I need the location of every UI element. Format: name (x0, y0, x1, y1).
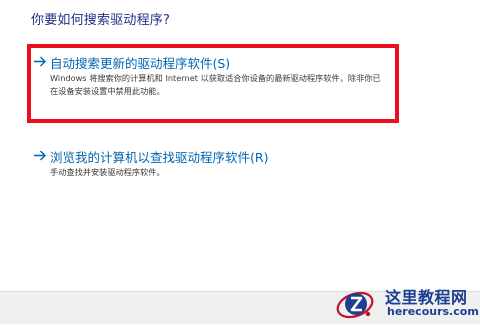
browse-option-title: 浏览我的计算机以查找驱动程序软件(R) (50, 150, 269, 165)
auto-search-driver-option[interactable]: 自动搜索更新的驱动程序软件(S) Windows 将搜索你的计算机和 Inter… (33, 53, 393, 113)
auto-search-option-description: Windows 将搜索你的计算机和 Internet 以获取适合你设备的最新驱动… (50, 73, 381, 96)
auto-search-option-title: 自动搜索更新的驱动程序软件(S) (50, 56, 231, 71)
site-watermark: 这里教程网 herecours.com (330, 280, 480, 324)
arrow-right-icon (33, 150, 47, 161)
arrow-right-icon (33, 56, 47, 67)
watermark-logo-icon (335, 283, 377, 323)
driver-update-dialog: 你要如何搜索驱动程序? 自动搜索更新的驱动程序软件(S) Windows 将搜索… (0, 0, 480, 324)
dialog-heading: 你要如何搜索驱动程序? (31, 13, 171, 28)
browse-option-description: 手动查找并安装驱动程序软件。 (50, 167, 165, 177)
watermark-domain: herecours.com (387, 305, 479, 318)
browse-computer-driver-option[interactable]: 浏览我的计算机以查找驱动程序软件(R) 手动查找并安装驱动程序软件。 (33, 147, 393, 181)
